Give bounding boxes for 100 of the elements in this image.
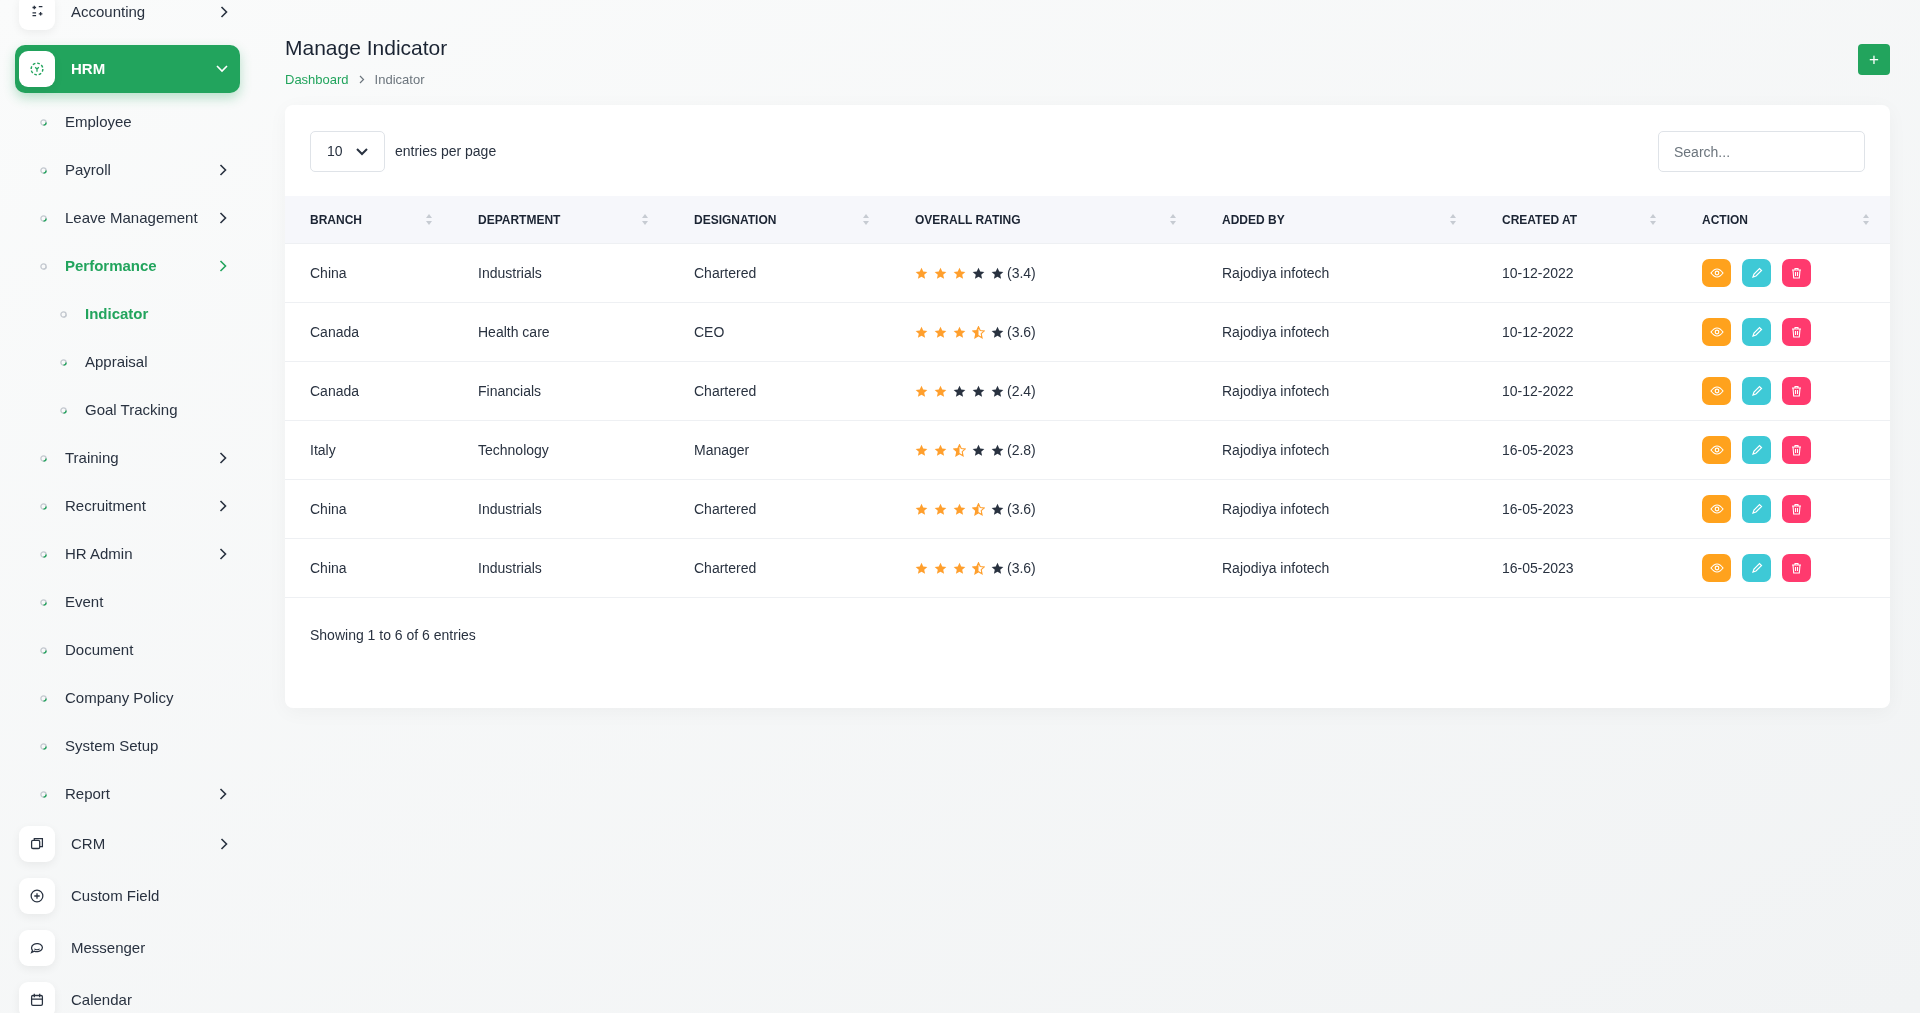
- table-cell: Chartered: [694, 382, 757, 399]
- table-cell: Chartered: [694, 559, 757, 576]
- table-cell: Chartered: [694, 500, 757, 517]
- menu-item[interactable]: Event: [15, 578, 240, 626]
- menu-item[interactable]: HR Admin: [15, 530, 240, 578]
- star-icon: [934, 266, 947, 280]
- table-cell: Italy: [310, 441, 336, 458]
- star-icon: [991, 266, 1004, 280]
- table-cell: Rajodiya infotech: [1222, 500, 1330, 517]
- bullet-icon: [40, 694, 47, 702]
- delete-button[interactable]: [1782, 495, 1811, 523]
- table-cell: Health care: [478, 323, 550, 340]
- menu-item[interactable]: Company Policy: [15, 674, 240, 722]
- edit-button[interactable]: [1742, 554, 1771, 582]
- eye-icon: [1709, 563, 1724, 573]
- pencil-icon: [1750, 326, 1763, 338]
- module-item[interactable]: Accounting: [15, 0, 240, 36]
- menu-item[interactable]: Recruitment: [15, 482, 240, 530]
- table-cell: Canada: [310, 382, 360, 399]
- edit-button[interactable]: [1742, 318, 1771, 346]
- pencil-icon: [1750, 385, 1763, 397]
- eye-icon: [1709, 445, 1724, 455]
- star-icon: [972, 443, 985, 457]
- trash-icon: [1791, 326, 1802, 338]
- bullet-icon: [40, 742, 47, 750]
- star-icon: [934, 561, 947, 575]
- star-icon: [991, 384, 1004, 398]
- view-button[interactable]: [1702, 495, 1731, 523]
- view-button[interactable]: [1702, 259, 1731, 287]
- bullet-icon: [40, 646, 47, 654]
- sort-icon: [862, 213, 870, 226]
- bullet-icon: [40, 454, 47, 462]
- column-header[interactable]: OVERALL RATING: [890, 196, 1197, 243]
- column-header[interactable]: ADDED BY: [1197, 196, 1477, 243]
- page-size-select[interactable]: 10: [310, 131, 385, 172]
- half-star-icon: [972, 561, 985, 575]
- star-icon: [915, 325, 928, 339]
- module-item[interactable]: Messenger: [15, 924, 240, 972]
- delete-button[interactable]: [1782, 554, 1811, 582]
- menu-item[interactable]: Document: [15, 626, 240, 674]
- table-cell: China: [310, 559, 347, 576]
- menu-item[interactable]: System Setup: [15, 722, 240, 770]
- entries-label: entries per page: [395, 142, 497, 161]
- star-icon: [934, 325, 947, 339]
- table-cell: Industrials: [478, 500, 542, 517]
- menu-item[interactable]: Goal Tracking: [15, 386, 240, 434]
- edit-button[interactable]: [1742, 436, 1771, 464]
- star-icon: [915, 384, 928, 398]
- menu-item[interactable]: Payroll: [15, 146, 240, 194]
- star-icon: [953, 502, 966, 516]
- edit-button[interactable]: [1742, 495, 1771, 523]
- table-cell: 10-12-2022: [1502, 382, 1574, 399]
- view-button[interactable]: [1702, 436, 1731, 464]
- column-header[interactable]: CREATED AT: [1477, 196, 1677, 243]
- column-header[interactable]: DESIGNATION: [669, 196, 890, 243]
- bullet-icon: [40, 502, 47, 510]
- delete-button[interactable]: [1782, 259, 1811, 287]
- eye-icon: [1709, 268, 1724, 278]
- sort-icon: [1449, 213, 1457, 226]
- star-icon: [972, 266, 985, 280]
- delete-button[interactable]: [1782, 436, 1811, 464]
- trash-icon: [1791, 267, 1802, 279]
- view-button[interactable]: [1702, 554, 1731, 582]
- column-header[interactable]: ACTION: [1677, 196, 1890, 243]
- view-button[interactable]: [1702, 377, 1731, 405]
- column-header[interactable]: BRANCH: [285, 196, 453, 243]
- page-title: Manage Indicator: [285, 35, 448, 61]
- menu-item[interactable]: Appraisal: [15, 338, 240, 386]
- column-header[interactable]: DEPARTMENT: [453, 196, 669, 243]
- star-icon: [934, 443, 947, 457]
- search-field[interactable]: Search...: [1658, 131, 1865, 172]
- rating-value: (3.4): [1007, 263, 1036, 283]
- module-item[interactable]: CRM: [15, 820, 240, 868]
- table-cell: Rajodiya infotech: [1222, 323, 1330, 340]
- menu-item[interactable]: Employee: [15, 98, 240, 146]
- delete-button[interactable]: [1782, 318, 1811, 346]
- table-cell: 16-05-2023: [1502, 441, 1574, 458]
- star-icon: [953, 384, 966, 398]
- menu-item[interactable]: Training: [15, 434, 240, 482]
- star-icon: [991, 561, 1004, 575]
- table-cell: 10-12-2022: [1502, 323, 1574, 340]
- star-icon: [991, 502, 1004, 516]
- sort-icon: [641, 213, 649, 226]
- menu-item[interactable]: Leave Management: [15, 194, 240, 242]
- table-cell: China: [310, 500, 347, 517]
- module-item[interactable]: Calendar: [15, 976, 240, 1013]
- bullet-icon: [40, 550, 47, 558]
- menu-item[interactable]: Report: [15, 770, 240, 818]
- edit-button[interactable]: [1742, 259, 1771, 287]
- half-star-icon: [972, 325, 985, 339]
- star-icon: [934, 384, 947, 398]
- module-item[interactable]: Custom Field: [15, 872, 240, 920]
- pencil-icon: [1750, 267, 1763, 279]
- table-cell: Financials: [478, 382, 542, 399]
- bullet-icon: [40, 166, 47, 174]
- edit-button[interactable]: [1742, 377, 1771, 405]
- view-button[interactable]: [1702, 318, 1731, 346]
- sort-icon: [425, 213, 433, 226]
- delete-button[interactable]: [1782, 377, 1811, 405]
- chevron-right-icon: [358, 74, 365, 84]
